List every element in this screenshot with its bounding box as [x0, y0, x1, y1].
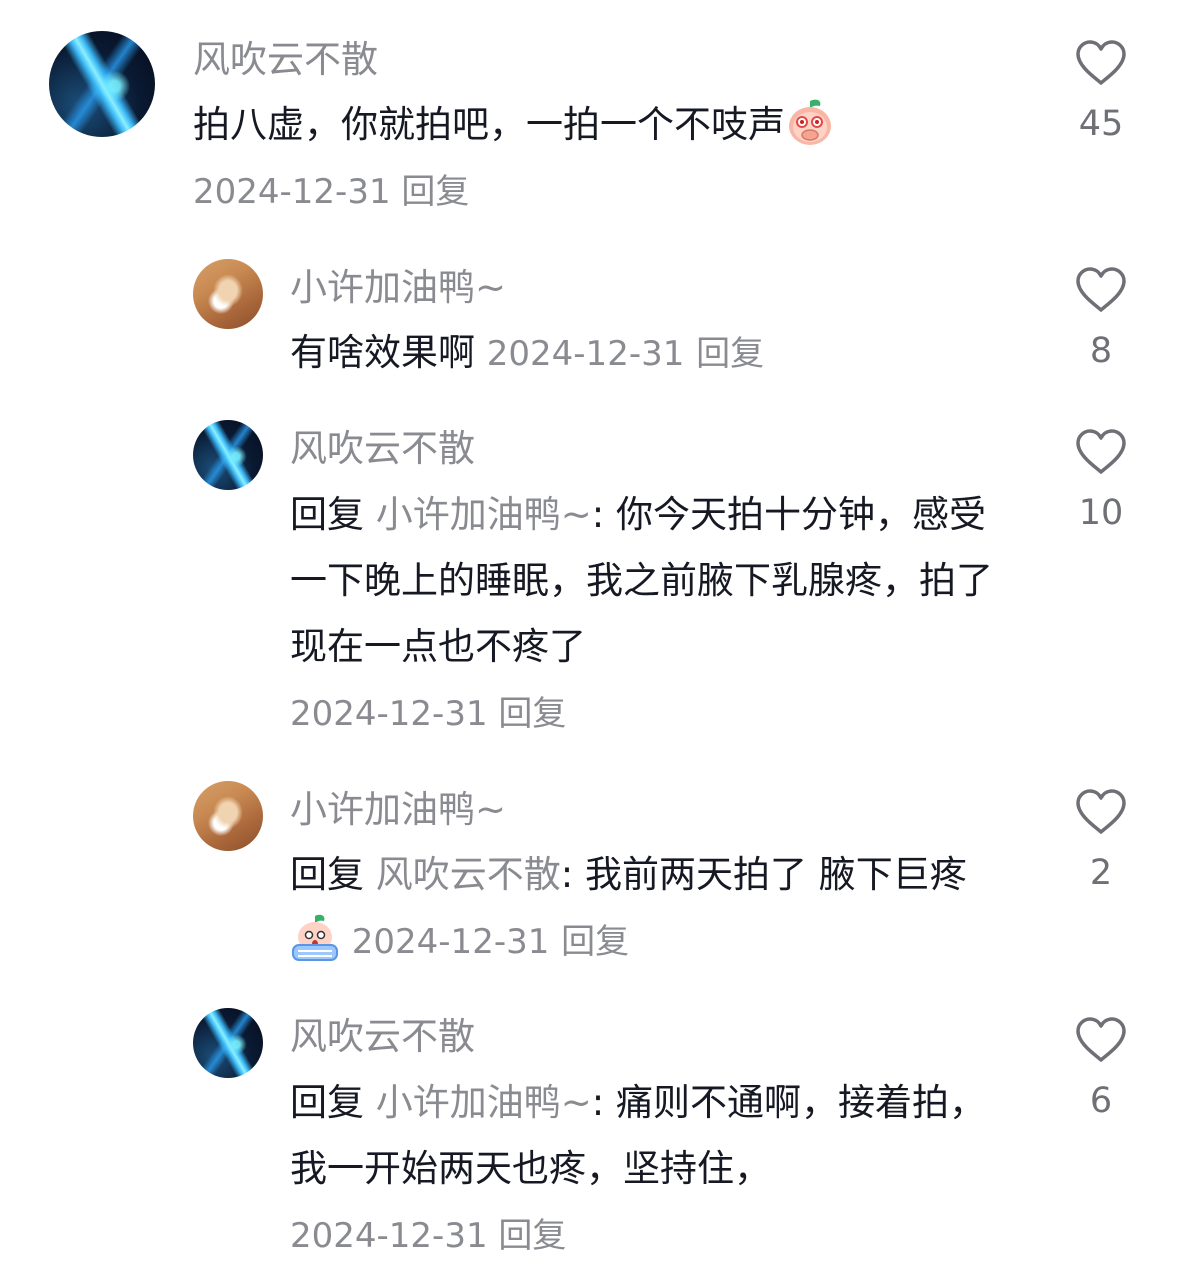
like-control[interactable]: 45: [1061, 40, 1141, 146]
avatar[interactable]: [193, 259, 263, 329]
comment-text: 拍八虚，你就拍吧，一拍一个不吱声: [193, 92, 1013, 158]
peach-crying-bath-emoji: [292, 914, 338, 961]
avatar[interactable]: [193, 1008, 263, 1078]
comment-author[interactable]: 风吹云不散: [290, 427, 475, 471]
comment-author[interactable]: 小许加油鸭~: [290, 266, 506, 310]
like-count: 45: [1078, 104, 1124, 144]
reply-button[interactable]: 回复: [696, 334, 764, 374]
comment-date: 2024-12-31: [486, 334, 685, 374]
comment-author[interactable]: 风吹云不散: [193, 38, 378, 82]
reply-target-user[interactable]: 小许加油鸭~: [376, 1081, 592, 1124]
comment-date: 2024-12-31: [290, 1216, 488, 1256]
reply-button[interactable]: 回复: [561, 922, 629, 962]
reply-prefix: 回复: [290, 493, 364, 536]
peach-covering-mouth-emoji: [789, 99, 831, 145]
comment-author[interactable]: 小许加油鸭~: [290, 788, 506, 832]
comment-text: 回复 小许加油鸭~: 你今天拍十分钟，感受一下晚上的睡眠，我之前腋下乳腺疼，拍了…: [290, 482, 1005, 680]
comment-content: 拍八虚，你就拍吧，一拍一个不吱声: [193, 103, 785, 146]
heart-icon[interactable]: [1075, 267, 1127, 313]
like-count: 2: [1089, 853, 1113, 893]
avatar[interactable]: [193, 781, 263, 851]
comment-meta: 2024-12-31 回复: [290, 692, 566, 736]
reply-button[interactable]: 回复: [498, 694, 566, 734]
comment-text: 有啥效果啊 2024-12-31 回复: [290, 320, 1010, 387]
like-count: 8: [1089, 331, 1113, 371]
heart-icon[interactable]: [1075, 789, 1127, 835]
reply-button[interactable]: 回复: [401, 172, 469, 212]
reply-prefix: 回复: [290, 1081, 364, 1124]
like-control[interactable]: 6: [1061, 1017, 1141, 1123]
comment-date: 2024-12-31: [290, 694, 488, 734]
like-control[interactable]: 2: [1061, 789, 1141, 895]
reply-button[interactable]: 回复: [498, 1216, 566, 1256]
comment-date: 2024-12-31: [351, 922, 550, 962]
comment-content: 有啥效果啊: [290, 331, 475, 374]
comment-meta: 2024-12-31 回复: [193, 170, 469, 214]
like-control[interactable]: 10: [1061, 429, 1141, 535]
reply-separator: :: [591, 1081, 617, 1124]
comment-content: 我前两天拍了 腋下巨疼: [585, 853, 967, 896]
comment-text: 回复 小许加油鸭~: 痛则不通啊，接着拍，我一开始两天也疼，坚持住，: [290, 1070, 1005, 1202]
reply-prefix: 回复: [290, 853, 364, 896]
reply-separator: :: [591, 493, 617, 536]
reply-target-user[interactable]: 小许加油鸭~: [376, 493, 592, 536]
comment-date: 2024-12-31: [193, 172, 391, 212]
reply-target-user[interactable]: 风吹云不散: [376, 853, 561, 896]
comment-author[interactable]: 风吹云不散: [290, 1015, 475, 1059]
comment-meta: 2024-12-31 回复: [290, 1214, 566, 1258]
like-count: 6: [1089, 1081, 1113, 1121]
heart-icon[interactable]: [1075, 1017, 1127, 1063]
like-control[interactable]: 8: [1061, 267, 1141, 373]
comment-text: 回复 风吹云不散: 我前两天拍了 腋下巨疼 2024-12-31 回复: [290, 842, 1010, 975]
heart-icon[interactable]: [1075, 429, 1127, 475]
avatar[interactable]: [49, 31, 155, 137]
like-count: 10: [1078, 493, 1124, 533]
avatar[interactable]: [193, 420, 263, 490]
heart-icon[interactable]: [1075, 40, 1127, 86]
reply-separator: :: [560, 853, 585, 896]
